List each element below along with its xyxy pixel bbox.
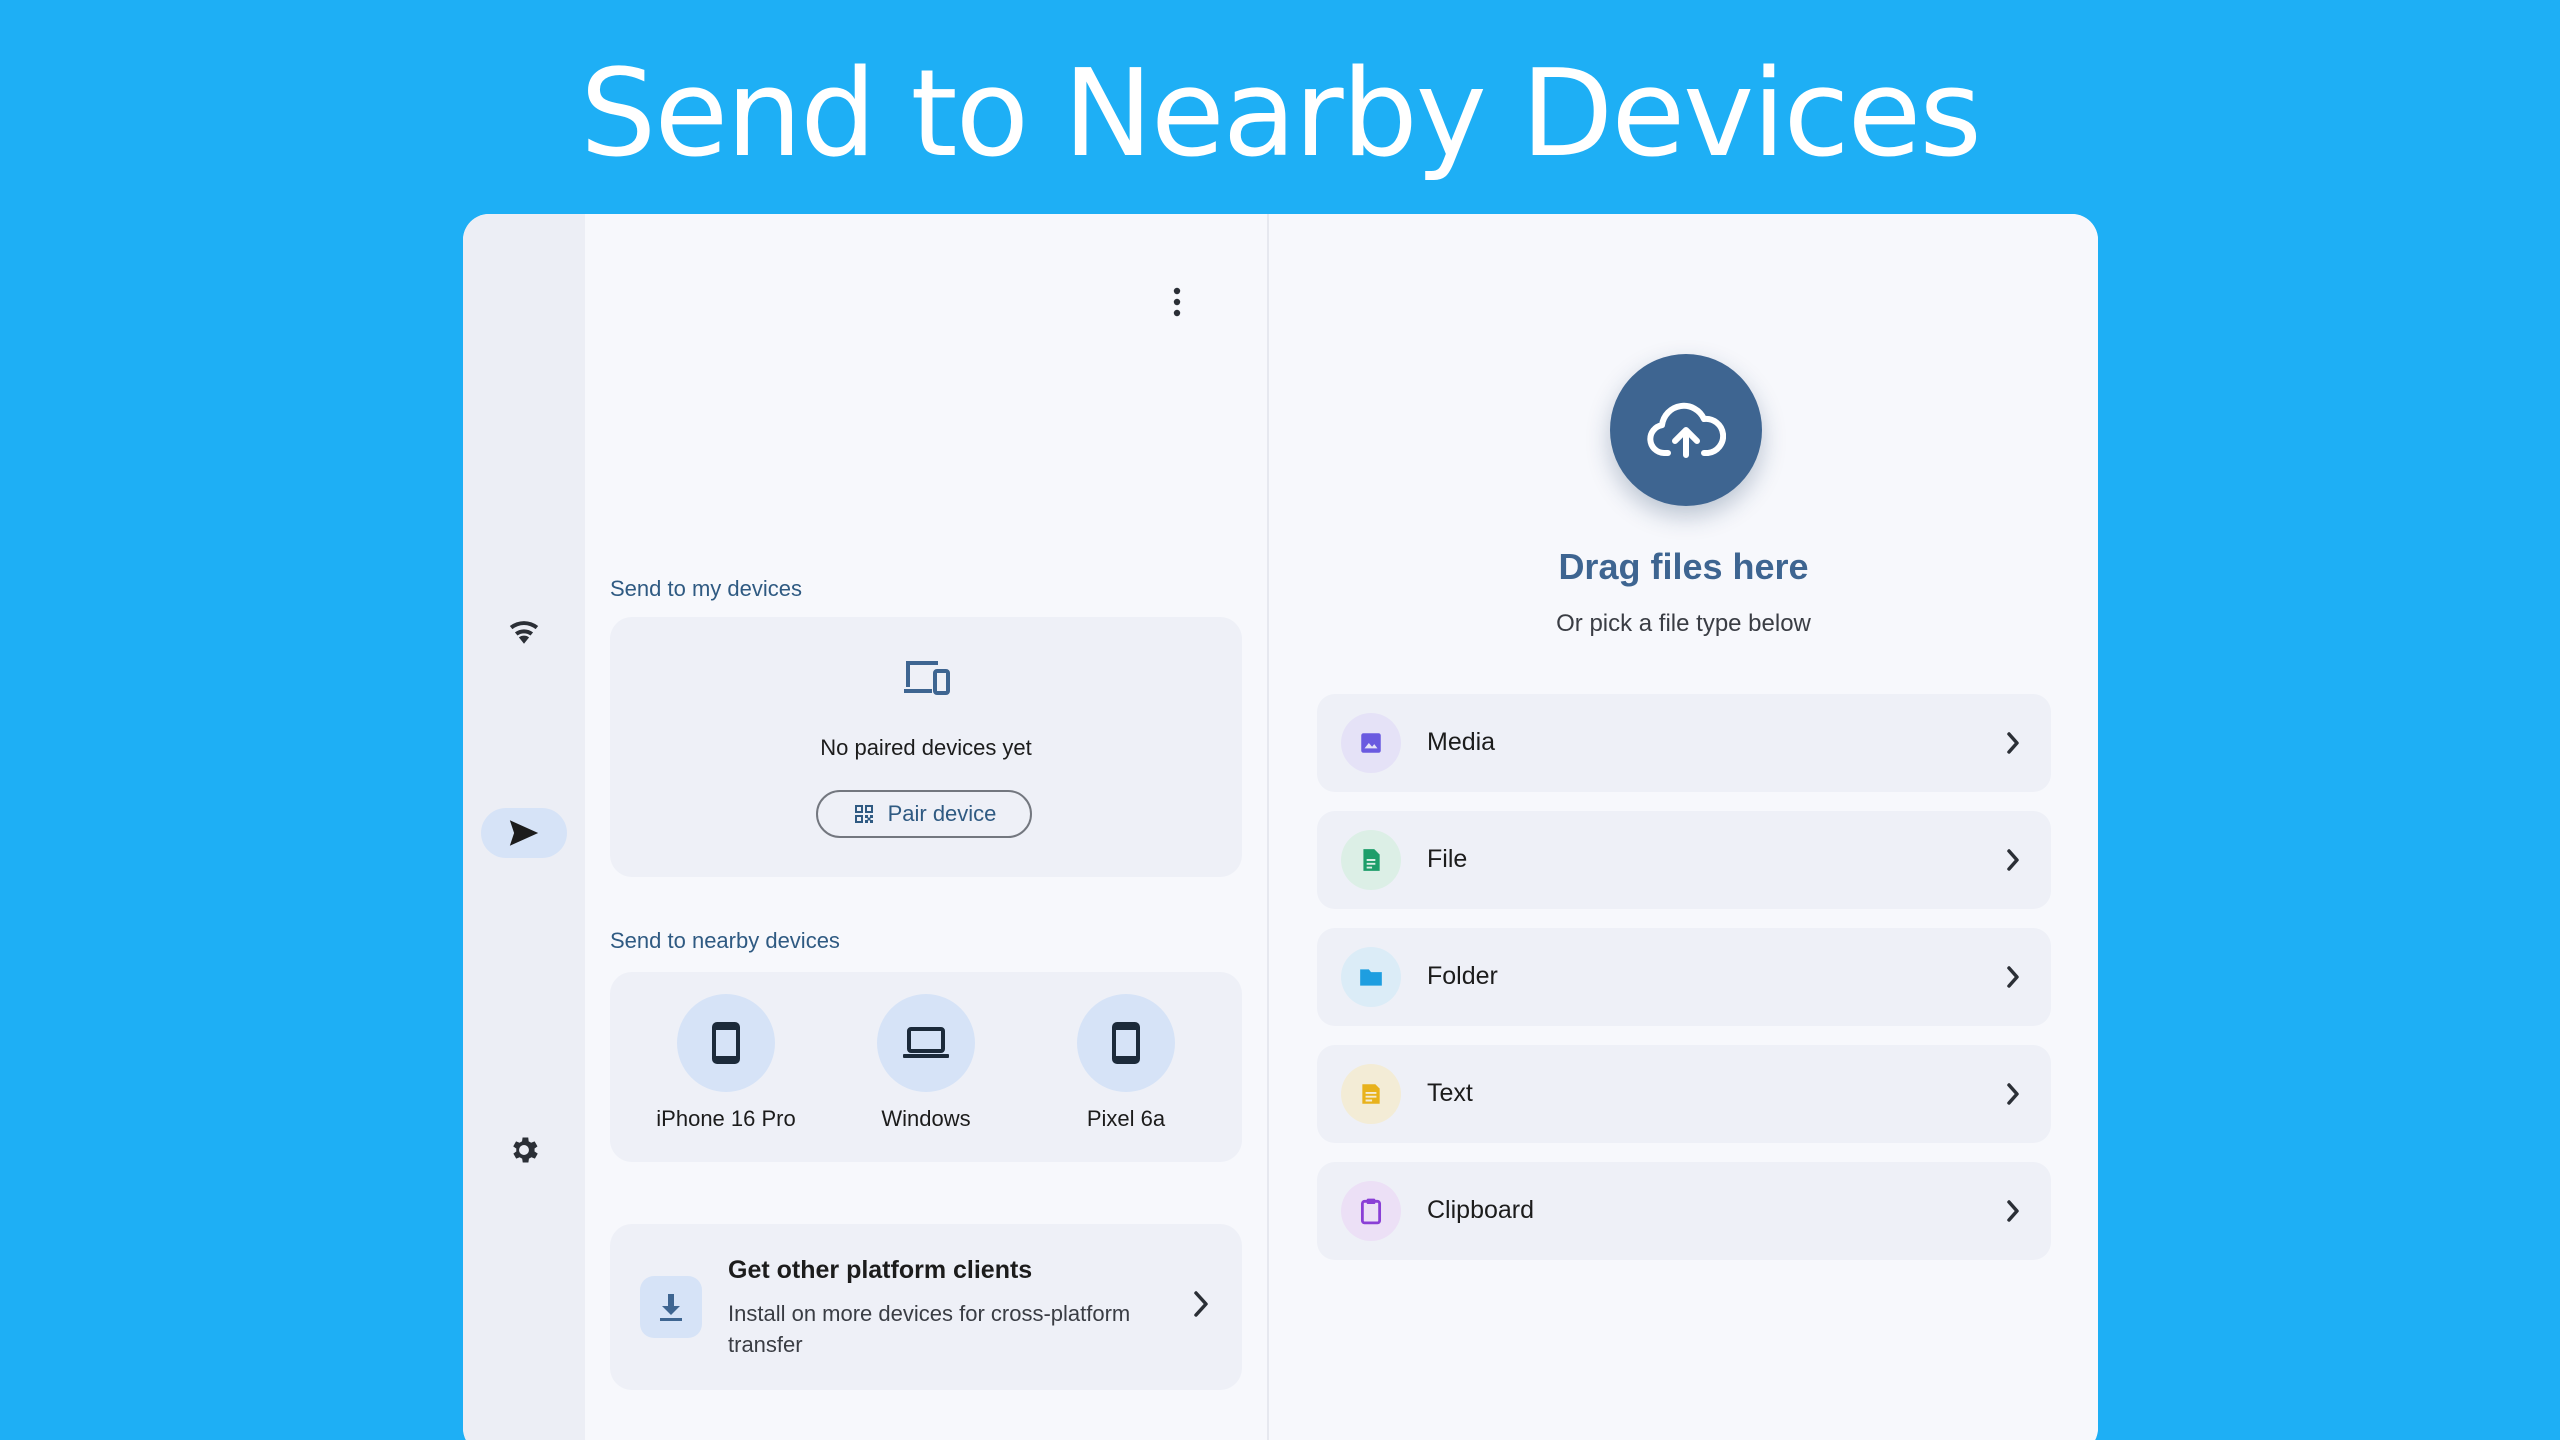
document-icon: [1363, 849, 1380, 871]
wifi-icon: [509, 621, 539, 644]
file-type-label: Folder: [1427, 962, 1498, 990]
device-name: Pixel 6a: [1086, 1106, 1166, 1131]
type-icon-wrap: [1341, 1181, 1401, 1241]
folder-icon: [1360, 969, 1382, 986]
rail-send-button[interactable]: [481, 808, 567, 858]
text-icon: [1362, 1084, 1380, 1104]
app-window: Send to my devices No paired devices yet…: [463, 214, 2098, 1440]
type-icon-wrap: [1341, 830, 1401, 890]
download-icon: [660, 1294, 682, 1321]
upload-button[interactable]: [1610, 354, 1762, 506]
qr-code-icon: [854, 805, 873, 823]
nearby-device-windows[interactable]: Windows: [836, 994, 1016, 1132]
rail-settings-button[interactable]: [481, 1125, 567, 1175]
get-clients-card[interactable]: Get other platform clients Install on mo…: [610, 1224, 1242, 1390]
chevron-right-icon: [2007, 849, 2019, 871]
file-type-label: File: [1427, 845, 1468, 873]
pair-device-button[interactable]: Pair device: [816, 790, 1032, 838]
send-icon: [509, 820, 539, 846]
file-type-label: Clipboard: [1427, 1196, 1535, 1224]
clients-description: Install on more devices for cross-platfo…: [728, 1301, 1131, 1357]
page-headline: Send to Nearby Devices: [580, 45, 1982, 184]
file-type-clipboard[interactable]: Clipboard: [1317, 1162, 2051, 1260]
type-icon-wrap: [1341, 1064, 1401, 1124]
more-vert-icon: [1173, 287, 1181, 317]
device-avatar: [1077, 994, 1175, 1092]
device-avatar: [877, 994, 975, 1092]
chevron-right-icon: [2007, 1200, 2019, 1222]
pair-device-label: Pair device: [887, 801, 997, 826]
chevron-right-icon: [2007, 1083, 2019, 1105]
nearby-devices-heading: Send to nearby devices: [610, 928, 840, 953]
file-picker-pane: Drag files here Or pick a file type belo…: [1269, 214, 2098, 1440]
nearby-devices-card: iPhone 16 Pro Windows Pixel 6a: [610, 972, 1242, 1162]
device-name: Windows: [881, 1106, 971, 1131]
cloud-upload-icon: [1647, 402, 1726, 458]
chevron-right-icon: [1194, 1291, 1208, 1317]
file-type-label: Text: [1427, 1079, 1473, 1107]
drop-zone-subtitle: Or pick a file type below: [1556, 610, 1811, 637]
image-icon: [1361, 733, 1381, 753]
rail-wifi-button[interactable]: [481, 606, 567, 656]
chevron-right-icon: [2007, 732, 2019, 754]
more-options-button[interactable]: [1157, 274, 1197, 330]
empty-state-text: No paired devices yet: [820, 735, 1032, 760]
download-icon-box: [640, 1276, 702, 1338]
clients-title: Get other platform clients: [728, 1256, 1033, 1284]
type-icon-wrap: [1341, 713, 1401, 773]
file-type-media[interactable]: Media: [1317, 694, 2051, 792]
laptop-icon: [903, 1027, 949, 1058]
file-type-label: Media: [1427, 728, 1496, 756]
device-name: iPhone 16 Pro: [656, 1106, 796, 1131]
my-devices-card: No paired devices yet Pair device: [610, 617, 1242, 877]
file-type-folder[interactable]: Folder: [1317, 928, 2051, 1026]
nearby-device-iphone[interactable]: iPhone 16 Pro: [636, 994, 816, 1132]
clipboard-icon: [1360, 1198, 1382, 1225]
file-type-text[interactable]: Text: [1317, 1045, 2051, 1143]
devices-icon: [904, 661, 950, 695]
drop-zone-title: Drag files here: [1558, 546, 1809, 587]
my-devices-heading: Send to my devices: [610, 576, 802, 601]
file-type-file[interactable]: File: [1317, 811, 2051, 909]
navigation-rail: [463, 214, 585, 1440]
type-icon-wrap: [1341, 947, 1401, 1007]
devices-pane: Send to my devices No paired devices yet…: [585, 214, 1267, 1440]
device-avatar: [677, 994, 775, 1092]
chevron-right-icon: [2007, 966, 2019, 988]
phone-icon: [1112, 1022, 1140, 1064]
phone-icon: [712, 1022, 740, 1064]
nearby-device-pixel[interactable]: Pixel 6a: [1036, 994, 1216, 1132]
gear-icon: [513, 1137, 538, 1163]
